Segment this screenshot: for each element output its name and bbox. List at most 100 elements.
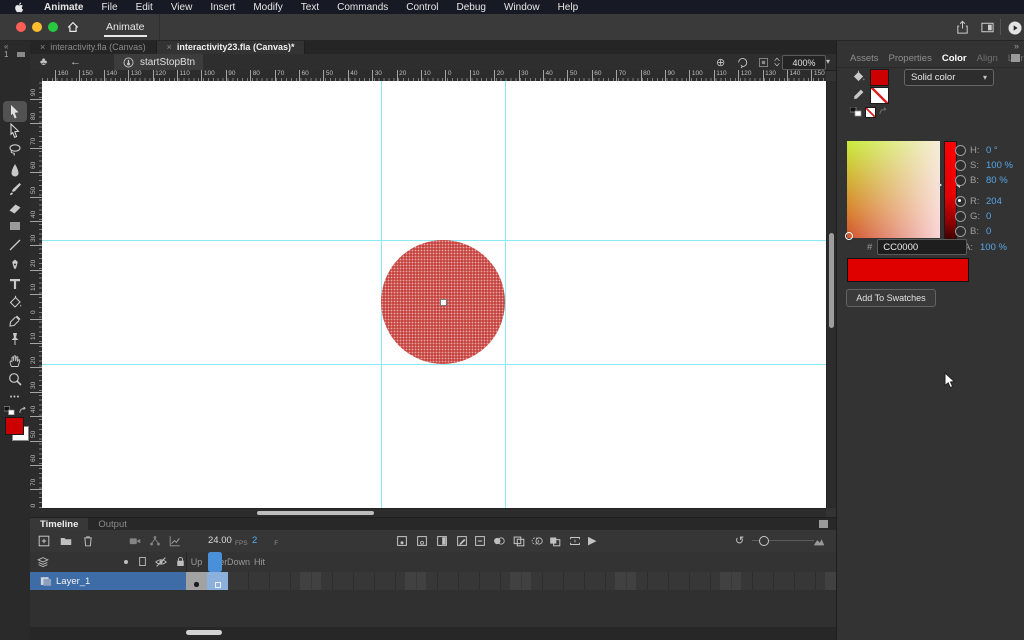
zoom-window-button[interactable] <box>48 22 58 32</box>
tab-assets[interactable]: Assets <box>845 53 884 64</box>
timeline-zoom-knob[interactable] <box>759 536 769 546</box>
green-value[interactable]: 0 <box>986 211 991 222</box>
panel-menu-icon[interactable] <box>1011 54 1020 62</box>
insert-frame-icon[interactable] <box>435 534 449 548</box>
document-tab-inactive[interactable]: × interactivity.fla (Canvas) <box>30 40 157 54</box>
edit-scene-icon[interactable]: ♣ <box>40 56 47 68</box>
layer-row[interactable]: Layer_1 <box>30 572 186 590</box>
playhead[interactable] <box>208 552 222 572</box>
keyframe-over-selected[interactable] <box>207 572 228 590</box>
show-all-icon[interactable] <box>124 560 128 564</box>
rectangle-tool[interactable] <box>3 215 27 236</box>
brightness-radio[interactable] <box>955 175 966 186</box>
slider-marker-left[interactable] <box>938 182 942 188</box>
timeline-horizontal-scrollbar[interactable] <box>30 627 836 640</box>
registration-point[interactable] <box>440 299 447 306</box>
more-tools-button[interactable]: ••• <box>3 387 27 408</box>
line-tool[interactable] <box>3 234 27 255</box>
green-radio[interactable] <box>955 211 966 222</box>
paint-bucket-tool[interactable] <box>3 291 27 312</box>
swap-colors-icon[interactable] <box>878 107 890 117</box>
blue-value[interactable]: 0 <box>986 226 991 237</box>
fill-color-swatch[interactable] <box>5 417 24 435</box>
clip-content-icon[interactable] <box>757 56 770 69</box>
frame-header-hit[interactable]: Hit <box>254 557 265 567</box>
zoom-tool[interactable] <box>3 368 27 389</box>
stroke-color-swatch[interactable] <box>870 87 889 104</box>
span-frames-icon[interactable] <box>548 534 562 548</box>
onion-skin-outlines-icon[interactable] <box>530 534 544 548</box>
zoom-stepper-icon[interactable] <box>772 56 782 68</box>
fill-color-swatch[interactable] <box>870 69 889 86</box>
tab-color[interactable]: Color <box>937 53 972 64</box>
blue-radio[interactable] <box>955 226 966 237</box>
play-icon[interactable]: ▶ <box>588 534 596 547</box>
camera-icon[interactable] <box>128 534 142 548</box>
menu-item-commands[interactable]: Commands <box>328 2 397 13</box>
hide-layers-icon[interactable] <box>154 555 168 569</box>
scrollbar-thumb[interactable] <box>186 630 222 635</box>
hue-value[interactable]: 0 ° <box>986 145 998 156</box>
symbol-breadcrumb[interactable]: startStopBtn <box>114 54 203 70</box>
menu-item-control[interactable]: Control <box>397 2 447 13</box>
horizontal-guide[interactable] <box>42 364 826 365</box>
fill-paint-bucket-icon[interactable] <box>851 70 866 83</box>
menu-item-window[interactable]: Window <box>495 2 549 13</box>
new-layer-icon[interactable] <box>37 534 51 548</box>
menu-item-insert[interactable]: Insert <box>201 2 244 13</box>
menu-item-text[interactable]: Text <box>292 2 328 13</box>
tab-output[interactable]: Output <box>88 518 137 530</box>
selection-tool[interactable] <box>3 101 27 122</box>
brightness-value[interactable]: 80 % <box>986 175 1008 186</box>
saturation-radio[interactable] <box>955 160 966 171</box>
color-gradient-field[interactable] <box>847 141 940 238</box>
menu-item-view[interactable]: View <box>162 2 202 13</box>
remove-frame-icon[interactable] <box>473 534 487 548</box>
lasso-tool[interactable] <box>3 139 27 160</box>
loop-playback-icon[interactable] <box>568 534 582 548</box>
workspace-icon[interactable] <box>980 20 995 35</box>
no-color-icon[interactable] <box>865 107 876 118</box>
layer-name[interactable]: Layer_1 <box>56 576 90 587</box>
color-picker-marker[interactable] <box>845 232 853 240</box>
alpha-value[interactable]: 100 % <box>980 242 1007 253</box>
close-document-icon[interactable]: × <box>40 42 45 52</box>
red-radio[interactable] <box>955 196 966 207</box>
document-tab-active[interactable]: × interactivity23.fla (Canvas)* <box>157 40 306 54</box>
frame-grid[interactable] <box>228 572 836 590</box>
fps-value[interactable]: 24.00 <box>208 535 232 546</box>
add-to-swatches-button[interactable]: Add To Swatches <box>846 289 936 307</box>
asset-warp-tool[interactable] <box>3 328 27 349</box>
menu-item-modify[interactable]: Modify <box>244 2 291 13</box>
current-frame-value[interactable]: 2 <box>252 535 257 546</box>
insert-keyframe-icon[interactable] <box>395 534 409 548</box>
hex-input[interactable]: CC0000 <box>877 239 967 255</box>
zoom-level-input[interactable]: 400% <box>782 55 826 70</box>
vertical-guide[interactable] <box>505 81 506 508</box>
layer-outline-icon[interactable] <box>136 555 149 568</box>
frame-size-icon[interactable] <box>812 534 826 548</box>
classic-brush-tool[interactable] <box>3 178 27 199</box>
delete-layer-icon[interactable] <box>81 534 95 548</box>
subselection-tool[interactable] <box>3 120 27 141</box>
red-value[interactable]: 204 <box>986 196 1002 207</box>
layer-parenting-icon[interactable] <box>148 534 162 548</box>
default-colors-icon[interactable] <box>850 107 862 117</box>
menu-item-debug[interactable]: Debug <box>448 2 495 13</box>
tab-align[interactable]: Align <box>972 53 1003 64</box>
onion-skin-icon[interactable] <box>492 534 506 548</box>
keyframe-up[interactable] <box>186 572 207 590</box>
stroke-pencil-icon[interactable] <box>852 88 865 101</box>
saturation-value[interactable]: 100 % <box>986 160 1013 171</box>
frame-header-down[interactable]: Down <box>227 557 250 567</box>
rotate-view-icon[interactable] <box>736 56 749 69</box>
back-arrow-icon[interactable]: ← <box>70 56 81 68</box>
zoom-dropdown-icon[interactable]: ▾ <box>826 57 830 66</box>
new-folder-icon[interactable] <box>59 534 73 548</box>
share-icon[interactable] <box>955 20 970 35</box>
timeline-empty-area[interactable] <box>30 590 836 627</box>
menu-item-file[interactable]: File <box>92 2 126 13</box>
menu-item-edit[interactable]: Edit <box>127 2 162 13</box>
default-colors-icon[interactable] <box>4 406 15 416</box>
hue-radio[interactable] <box>955 145 966 156</box>
